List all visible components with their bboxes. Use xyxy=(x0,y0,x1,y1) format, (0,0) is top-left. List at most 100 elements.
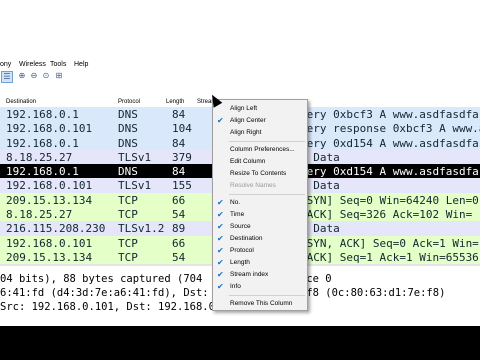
checkmark-icon: ✔ xyxy=(217,116,224,125)
menu-telephony[interactable]: ony xyxy=(0,61,11,68)
checkmark-icon: ✔ xyxy=(217,270,224,279)
packet-destination: 192.168.0.1 xyxy=(6,108,79,121)
packet-info: [SYN] Seq=0 Win=64240 Len=0 xyxy=(300,193,479,207)
menu-item-label: Info xyxy=(230,283,241,290)
menu-item-label: Time xyxy=(230,211,245,218)
packet-protocol: DNS xyxy=(118,122,138,136)
packet-protocol: TLSv1 xyxy=(118,150,152,164)
detail-ethernet-line-tail: :f8 (0c:80:63:d1:7e:f8) xyxy=(300,287,446,299)
packet-length: 155 xyxy=(172,179,192,193)
menu-item-label: Stream index xyxy=(230,271,269,278)
packet-info: [ACK] Seq=1 Ack=1 Win=65536 xyxy=(300,250,479,264)
menu-item-label: Resolve Names xyxy=(230,182,276,189)
packet-length: 54 xyxy=(172,208,186,222)
menu-separator xyxy=(229,295,305,296)
menu-item-column-source[interactable]: ✔ Source xyxy=(213,221,307,232)
checkmark-icon: ✔ xyxy=(217,246,224,255)
packet-protocol: TLSv1.2 xyxy=(118,222,165,236)
menu-item-align-right[interactable]: Align Right xyxy=(213,127,307,138)
packet-protocol: TCP xyxy=(118,236,138,250)
detail-frame-line[interactable]: 04 bits), 88 bytes captured (704 xyxy=(0,273,202,285)
packet-info: uery 0xd154 A www.asdfasdfa xyxy=(300,136,479,150)
menu-item-resolve-names: Resolve Names xyxy=(213,180,307,191)
checkmark-icon: ✔ xyxy=(217,234,224,243)
menu-item-label: Edit Column xyxy=(230,158,266,165)
packet-length: 84 xyxy=(172,136,186,150)
packet-length: 84 xyxy=(172,108,186,121)
list-icon[interactable]: ☰ xyxy=(1,71,13,83)
zoom-reset-icon[interactable]: ⊙ xyxy=(41,71,51,81)
menu-tools[interactable]: Tools xyxy=(50,61,66,68)
checkmark-icon: ✔ xyxy=(217,210,224,219)
checkmark-icon: ✔ xyxy=(217,222,224,231)
menu-item-label: Column Preferences... xyxy=(230,146,295,153)
packet-destination: 192.168.0.101 xyxy=(6,122,93,136)
packet-info: [SYN, ACK] Seq=0 Ack=1 Win= xyxy=(300,236,479,250)
menu-item-label: Align Left xyxy=(230,105,258,112)
packet-protocol: DNS xyxy=(118,165,138,179)
packet-info: [ACK] Seq=326 Ack=102 Win= xyxy=(300,208,473,222)
menu-item-label: Protocol xyxy=(230,247,254,254)
packet-destination: 192.168.0.1 xyxy=(6,165,79,179)
menu-item-label: Destination xyxy=(230,235,263,242)
menu-item-label: No. xyxy=(230,199,241,206)
packet-destination: 8.18.25.27 xyxy=(6,150,73,164)
menu-item-column-protocol[interactable]: ✔ Protocol xyxy=(213,245,307,256)
menu-item-resize-to-contents[interactable]: Resize To Contents xyxy=(213,168,307,179)
menu-item-label: Length xyxy=(230,259,250,266)
menu-item-column-no[interactable]: ✔ No. xyxy=(213,197,307,208)
menu-wireless[interactable]: Wireless xyxy=(19,61,46,68)
packet-info: uery response 0xbcf3 A www.asdfasdfa xyxy=(300,122,480,136)
menu-item-label: Remove This Column xyxy=(230,300,293,307)
main-toolbar: ☰ ⊕ ⊖ ⊙ ⊞ xyxy=(0,70,480,85)
zoom-out-icon[interactable]: ⊖ xyxy=(29,71,39,81)
menu-item-label: Source xyxy=(230,223,251,230)
menu-item-label: Resize To Contents xyxy=(230,170,287,177)
menu-separator xyxy=(229,141,305,142)
menu-item-edit-column[interactable]: Edit Column xyxy=(213,156,307,167)
menu-item-column-preferences[interactable]: Column Preferences... xyxy=(213,144,307,155)
column-header-destination[interactable]: Destination xyxy=(6,99,36,105)
packet-destination: 8.18.25.27 xyxy=(6,208,73,222)
packet-length: 104 xyxy=(172,122,192,136)
menu-item-column-length[interactable]: ✔ Length xyxy=(213,257,307,268)
checkmark-icon: ✔ xyxy=(217,258,224,267)
menu-item-align-center[interactable]: ✔ Align Center xyxy=(213,115,307,126)
packet-destination: 192.168.0.1 xyxy=(6,136,79,150)
checkmark-icon: ✔ xyxy=(217,282,224,291)
packet-destination: 192.168.0.101 xyxy=(6,236,93,250)
packet-protocol: DNS xyxy=(118,136,138,150)
packet-destination: 216.115.208.230 xyxy=(6,222,106,236)
packet-length: 66 xyxy=(172,236,186,250)
column-context-menu: Align Left ✔ Align Center Align Right Column… xyxy=(212,99,308,311)
packet-destination: 192.168.0.101 xyxy=(6,179,93,193)
packet-protocol: DNS xyxy=(118,108,138,121)
detail-ip-line[interactable]: Src: 192.168.0.101, Dst: 192.168.0.1 xyxy=(0,301,228,313)
menu-item-align-left[interactable]: Align Left xyxy=(213,103,307,114)
menu-help[interactable]: Help xyxy=(74,61,88,68)
menu-item-label: Align Center xyxy=(230,117,266,124)
packet-protocol: TLSv1 xyxy=(118,179,152,193)
packet-length: 84 xyxy=(172,165,186,179)
column-header-length[interactable]: Length xyxy=(166,99,184,105)
menu-item-column-stream-index[interactable]: ✔ Stream index xyxy=(213,269,307,280)
packet-info: uery 0xd154 A www.asdfasdfa xyxy=(300,165,479,179)
menu-separator xyxy=(229,194,305,195)
menu-item-column-info[interactable]: ✔ Info xyxy=(213,281,307,292)
packet-length: 379 xyxy=(172,150,192,164)
packet-protocol: TCP xyxy=(118,250,138,264)
menu-item-column-destination[interactable]: ✔ Destination xyxy=(213,233,307,244)
resize-columns-icon[interactable]: ⊞ xyxy=(54,71,64,81)
packet-protocol: TCP xyxy=(118,208,138,222)
packet-length: 54 xyxy=(172,250,186,264)
packet-info: uery 0xbcf3 A www.asdfasdfa xyxy=(300,108,479,121)
detail-ethernet-line[interactable]: 6:41:fd (d4:3d:7e:a6:41:fd), Dst: xyxy=(0,287,209,299)
packet-destination: 209.15.13.134 xyxy=(6,193,93,207)
packet-length: 89 xyxy=(172,222,186,236)
zoom-in-icon[interactable]: ⊕ xyxy=(17,71,27,81)
packet-protocol: TCP xyxy=(118,193,138,207)
menu-item-remove-this-column[interactable]: Remove This Column xyxy=(213,298,307,309)
checkmark-icon: ✔ xyxy=(217,198,224,207)
menu-item-column-time[interactable]: ✔ Time xyxy=(213,209,307,220)
column-header-protocol[interactable]: Protocol xyxy=(118,99,140,105)
